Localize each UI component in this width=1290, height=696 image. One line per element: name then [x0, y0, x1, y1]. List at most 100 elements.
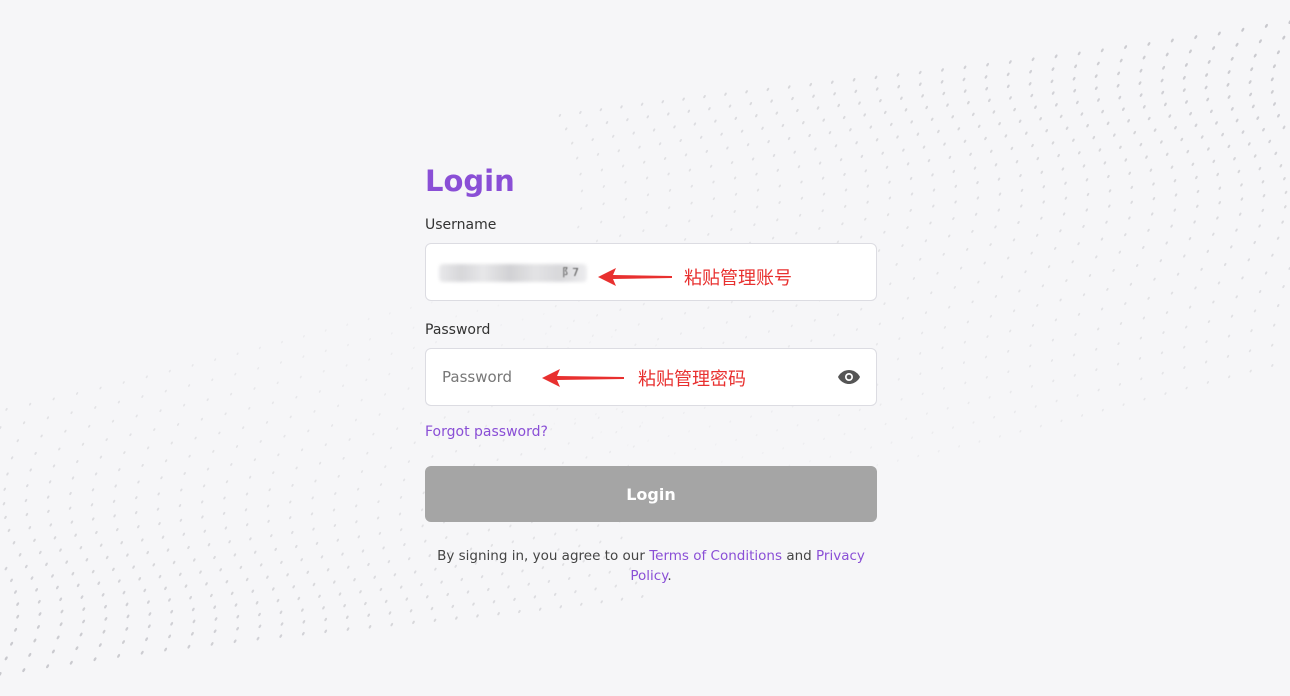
- background-dot: [1216, 172, 1219, 177]
- background-dot: [112, 499, 116, 503]
- background-dot: [1119, 145, 1122, 149]
- background-dot: [1020, 204, 1023, 208]
- background-dot: [906, 296, 909, 300]
- background-dot: [37, 599, 41, 604]
- eye-icon[interactable]: [836, 366, 862, 388]
- background-dot: [172, 560, 176, 565]
- background-dot: [403, 543, 406, 547]
- background-dot: [1217, 281, 1221, 285]
- background-dot: [1271, 364, 1274, 367]
- background-dot: [1071, 260, 1074, 264]
- forgot-password-link[interactable]: Forgot password?: [425, 422, 548, 442]
- background-dot: [734, 116, 738, 120]
- background-dot: [153, 428, 156, 432]
- background-dot: [728, 104, 732, 108]
- background-dot: [399, 495, 403, 499]
- terms-of-conditions-link[interactable]: Terms of Conditions: [649, 548, 782, 564]
- background-dot: [1180, 137, 1184, 142]
- background-dot: [302, 620, 306, 624]
- background-dot: [948, 234, 951, 238]
- background-dot: [377, 500, 380, 504]
- background-dot: [388, 312, 391, 315]
- background-dot: [194, 436, 197, 440]
- background-dot: [1129, 282, 1133, 286]
- background-dot: [766, 87, 770, 92]
- background-dot: [875, 87, 879, 91]
- background-dot: [245, 577, 249, 582]
- background-dot: [206, 467, 210, 471]
- background-dot: [921, 392, 924, 396]
- background-dot: [25, 512, 29, 517]
- background-dot: [1191, 162, 1195, 166]
- background-dot: [390, 352, 393, 355]
- background-dot: [1100, 307, 1104, 311]
- background-dot: [942, 91, 946, 96]
- background-dot: [620, 597, 624, 601]
- background-dot: [814, 147, 817, 151]
- background-dot: [994, 294, 997, 298]
- background-dot: [75, 646, 79, 651]
- background-dot: [1188, 305, 1192, 309]
- background-dot: [1013, 107, 1016, 112]
- background-dot: [421, 508, 424, 512]
- background-dot: [1212, 300, 1215, 304]
- background-dot: [320, 555, 324, 559]
- background-dot: [1235, 118, 1239, 123]
- background-dot: [957, 127, 961, 131]
- background-dot: [1127, 119, 1130, 123]
- background-dot: [40, 434, 43, 438]
- background-dot: [59, 548, 62, 552]
- background-dot: [0, 426, 2, 430]
- background-dot: [1029, 69, 1032, 74]
- background-dot: [74, 533, 77, 537]
- background-dot: [1076, 100, 1079, 105]
- background-dot: [1224, 262, 1227, 267]
- background-dot: [276, 598, 280, 603]
- background-dot: [878, 322, 881, 326]
- background-dot: [1142, 316, 1146, 320]
- background-dot: [1235, 295, 1238, 299]
- background-dot: [1282, 285, 1285, 289]
- background-dot: [140, 650, 144, 655]
- background-dot: [1241, 276, 1244, 280]
- background-dot: [1200, 135, 1204, 139]
- background-dot: [1164, 392, 1167, 395]
- background-dot: [38, 612, 42, 616]
- background-dot: [384, 465, 387, 469]
- background-dot: [318, 594, 321, 598]
- background-dot: [1147, 41, 1151, 46]
- background-dot: [331, 424, 334, 427]
- background-dot: [855, 141, 858, 145]
- background-dot: [51, 649, 55, 654]
- background-dot: [258, 346, 261, 350]
- background-dot: [974, 212, 978, 216]
- background-dot: [997, 208, 1000, 212]
- background-dot: [1031, 323, 1035, 327]
- background-dot: [1142, 55, 1146, 60]
- background-dot: [1097, 327, 1100, 331]
- background-dot: [258, 624, 262, 629]
- background-dot: [291, 530, 294, 535]
- background-dot: [988, 98, 991, 103]
- background-dot: [236, 614, 240, 619]
- background-dot: [357, 535, 360, 539]
- background-dot: [1212, 46, 1216, 51]
- background-dot: [1139, 142, 1143, 147]
- background-dot: [1094, 74, 1098, 78]
- background-dot: [1147, 296, 1150, 300]
- background-dot: [863, 113, 866, 117]
- background-dot: [900, 398, 903, 401]
- background-dot: [1045, 129, 1048, 133]
- background-dot: [585, 124, 588, 128]
- background-dot: [1145, 155, 1148, 159]
- background-dot: [182, 532, 186, 536]
- background-dot: [626, 118, 629, 122]
- background-dot: [1227, 334, 1231, 338]
- background-dot: [379, 483, 383, 487]
- background-dot: [16, 602, 20, 606]
- background-dot: [1227, 70, 1231, 74]
- background-dot: [71, 571, 75, 576]
- background-dot: [1273, 102, 1276, 106]
- login-button[interactable]: Login: [425, 466, 877, 522]
- background-dot: [414, 570, 417, 574]
